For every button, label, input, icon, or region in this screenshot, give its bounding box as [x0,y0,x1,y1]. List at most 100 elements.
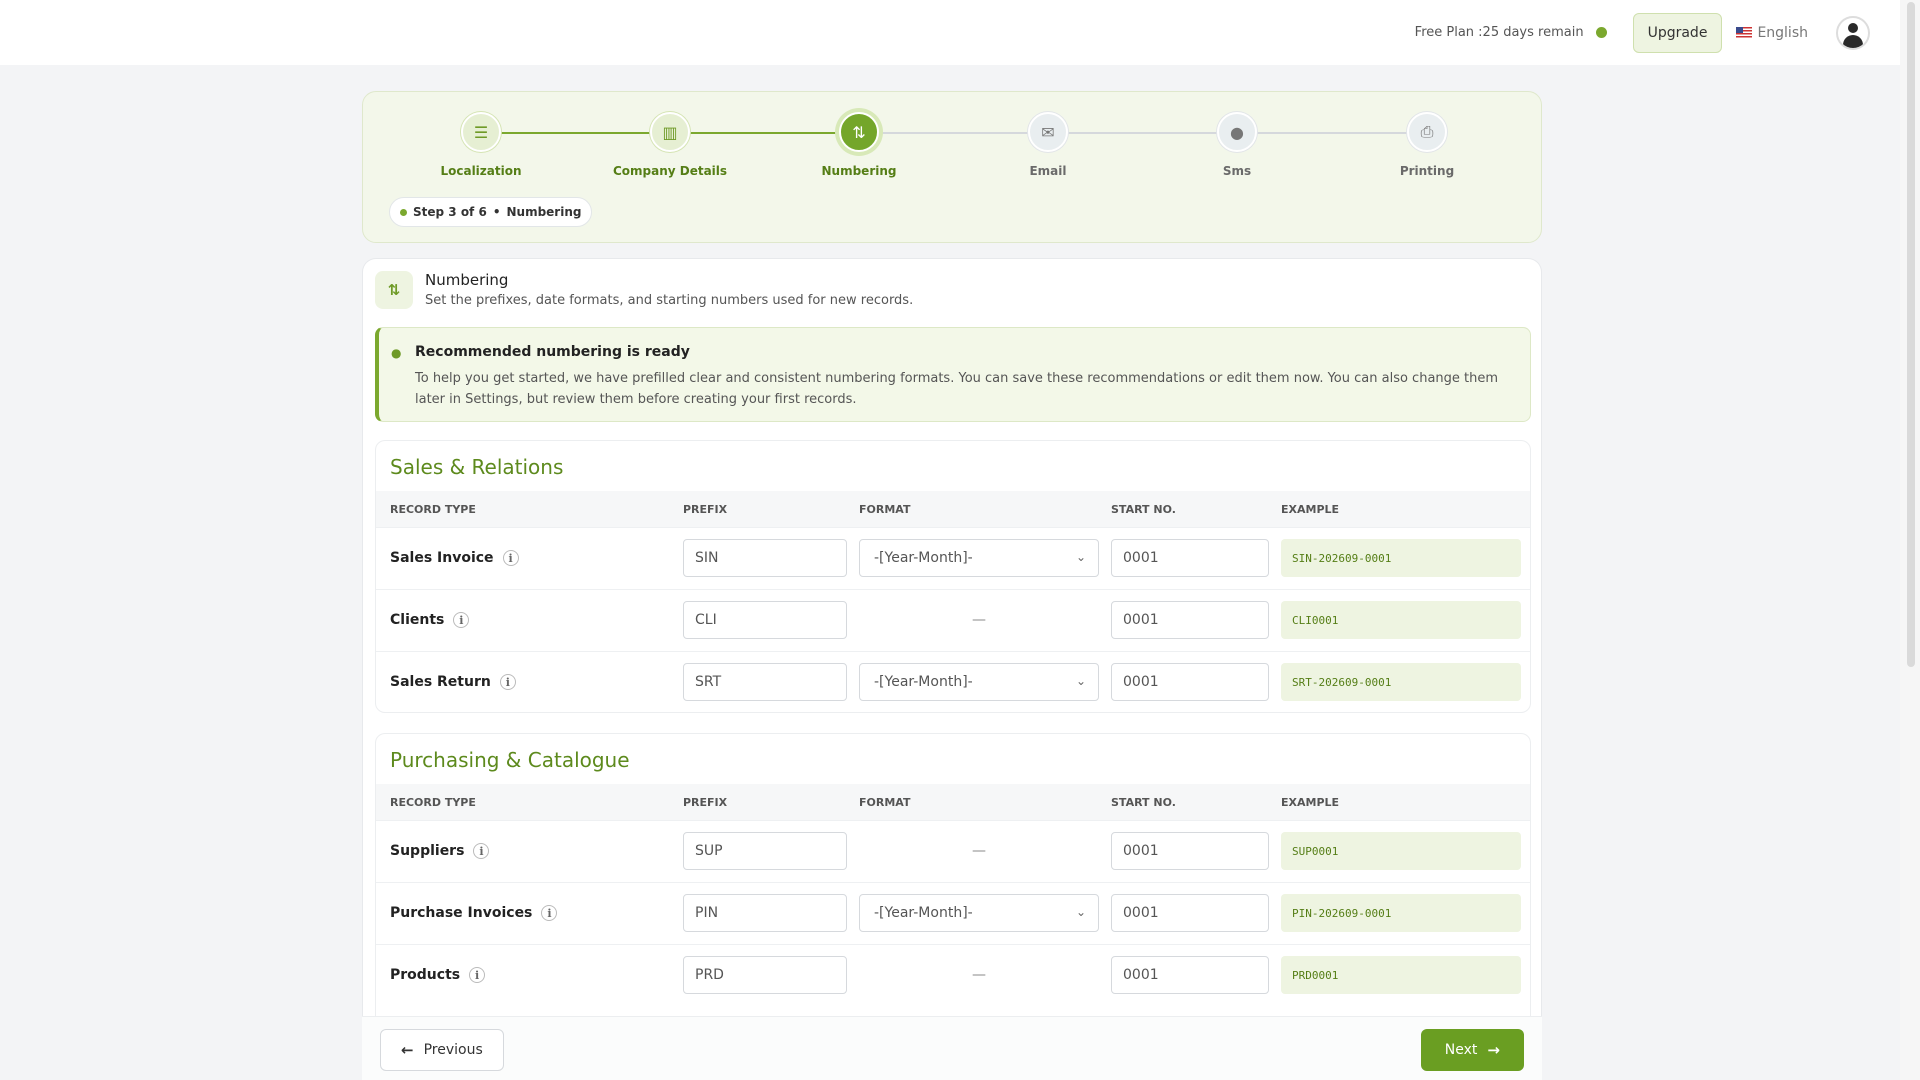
record-type-cell: Products i [390,967,486,983]
record-type-cell: Sales Return i [390,674,516,690]
previous-button[interactable]: ← Previous [380,1029,504,1071]
page-title: Numbering [425,271,509,289]
step-sms[interactable]: ● Sms [1157,112,1317,178]
record-type-name: Products [390,967,461,983]
badge-step-name: Numbering [506,205,582,219]
record-type-cell: Suppliers i [390,843,490,859]
table-row: Clients i CLI — 0001 CLI0001 [376,589,1530,651]
info-icon[interactable]: i [502,550,519,566]
prefix-input[interactable]: SIN [683,539,847,577]
step-label: Sms [1222,164,1252,178]
start-number-input[interactable]: 0001 [1111,832,1269,870]
start-number-input[interactable]: 0001 [1111,601,1269,639]
badge-separator: • [492,205,501,219]
record-type-cell: Sales Invoice i [390,550,519,566]
prefix-input[interactable]: PIN [683,894,847,932]
format-not-applicable: — [972,612,986,628]
step-label: Printing [1399,164,1455,178]
language-label: English [1757,24,1808,41]
plan-status-dot [1595,27,1607,38]
info-icon[interactable]: i [473,843,490,859]
format-select[interactable]: -[Year-Month]- ⌄ [859,539,1099,577]
record-type-cell: Clients i [390,612,470,628]
language-selector[interactable]: English [1736,25,1808,41]
prefix-input[interactable]: PRD [683,956,847,994]
scrollbar-thumb[interactable] [1907,2,1915,667]
arrow-right-icon: → [1487,1041,1500,1059]
record-type-name: Sales Invoice [390,550,494,566]
table-row: Suppliers i SUP — 0001 SUP0001 [376,820,1530,882]
step-printing[interactable]: ⎙ Printing [1347,112,1507,178]
example-preview: PRD0001 [1281,956,1521,994]
step-email[interactable]: ✉ Email [968,112,1128,178]
info-icon[interactable]: i [541,905,558,921]
next-label: Next [1444,1042,1478,1058]
step-label: Numbering [821,164,897,178]
format-value: -[Year-Month]- [874,905,973,921]
sort-arrows-icon: ⇅ [839,112,879,152]
prefix-input[interactable]: SRT [683,663,847,701]
record-type-name: Suppliers [390,843,465,859]
col-example: EXAMPLE [1281,796,1340,809]
start-number-input[interactable]: 0001 [1111,956,1269,994]
start-number-input[interactable]: 0001 [1111,663,1269,701]
building-icon: ▥ [650,112,690,152]
section-sales-relations: Sales & Relations RECORD TYPE PREFIX FOR… [375,440,1531,713]
page-subtitle: Set the prefixes, date formats, and star… [425,293,914,308]
upgrade-button[interactable]: Upgrade [1632,12,1723,53]
plan-status-text: Free Plan :25 days remain [1414,25,1584,40]
format-not-applicable: — [972,967,986,983]
format-not-applicable: — [972,843,986,859]
step-localization[interactable]: ☰ Localization [401,112,561,178]
col-format: FORMAT [859,796,911,809]
col-record-type: RECORD TYPE [390,796,476,809]
format-select[interactable]: -[Year-Month]- ⌄ [859,663,1099,701]
table-row: Purchase Invoices i PIN -[Year-Month]- ⌄ 0… [376,882,1530,944]
page-scrollbar[interactable] [1900,0,1920,1080]
format-select[interactable]: -[Year-Month]- ⌄ [859,894,1099,932]
step-label: Localization [440,164,522,178]
record-type-cell: Purchase Invoices i [390,905,558,921]
envelope-icon: ✉ [1028,112,1068,152]
table-row: Sales Invoice i SIN -[Year-Month]- ⌄ 0001 … [376,527,1530,589]
prefix-input[interactable]: SUP [683,832,847,870]
col-record-type: RECORD TYPE [390,503,476,516]
step-label: Email [1029,164,1067,178]
example-preview: SUP0001 [1281,832,1521,870]
chevron-down-icon: ⌄ [1075,550,1086,564]
badge-dot [400,208,407,216]
wizard-footer: ← Previous Next → [362,1016,1542,1080]
chat-bubble-icon: ● [1217,112,1257,152]
info-icon[interactable]: i [499,674,516,690]
arrow-left-icon: ← [401,1041,414,1059]
top-bar: Free Plan :25 days remain Upgrade Englis… [0,0,1900,65]
info-icon[interactable]: i [469,967,486,983]
start-number-input[interactable]: 0001 [1111,539,1269,577]
setup-stepper: ☰ Localization ▥ Company Details ⇅ Numbe… [362,91,1542,243]
prefix-input[interactable]: CLI [683,601,847,639]
example-preview: PIN-202609-0001 [1281,894,1521,932]
start-number-input[interactable]: 0001 [1111,894,1269,932]
example-preview: CLI0001 [1281,601,1521,639]
example-preview: SRT-202609-0001 [1281,663,1521,701]
step-numbering[interactable]: ⇅ Numbering [779,112,939,178]
section-title: Sales & Relations [390,455,564,479]
alert-title: Recommended numbering is ready [415,344,690,360]
section-title: Purchasing & Catalogue [390,748,630,772]
format-value: -[Year-Month]- [874,674,973,690]
table-row: Products i PRD — 0001 PRD0001 [376,944,1530,1006]
col-prefix: PREFIX [683,503,728,516]
table-header: RECORD TYPE PREFIX FORMAT START NO. EXAM… [376,491,1530,527]
alert-text: To help you get started, we have prefill… [415,371,1499,407]
info-icon[interactable]: i [453,612,470,628]
chevron-down-icon: ⌄ [1075,674,1086,688]
recommendation-alert: ● Recommended numbering is ready To help… [375,327,1531,422]
numbering-card: ⇅ Numbering Set the prefixes, date forma… [362,258,1542,1080]
col-start-no: START NO. [1111,503,1176,516]
col-prefix: PREFIX [683,796,728,809]
next-button[interactable]: Next → [1420,1029,1524,1071]
table-header: RECORD TYPE PREFIX FORMAT START NO. EXAM… [376,784,1530,820]
step-company-details[interactable]: ▥ Company Details [590,112,750,178]
user-avatar-icon[interactable] [1836,15,1870,50]
previous-label: Previous [423,1042,483,1058]
